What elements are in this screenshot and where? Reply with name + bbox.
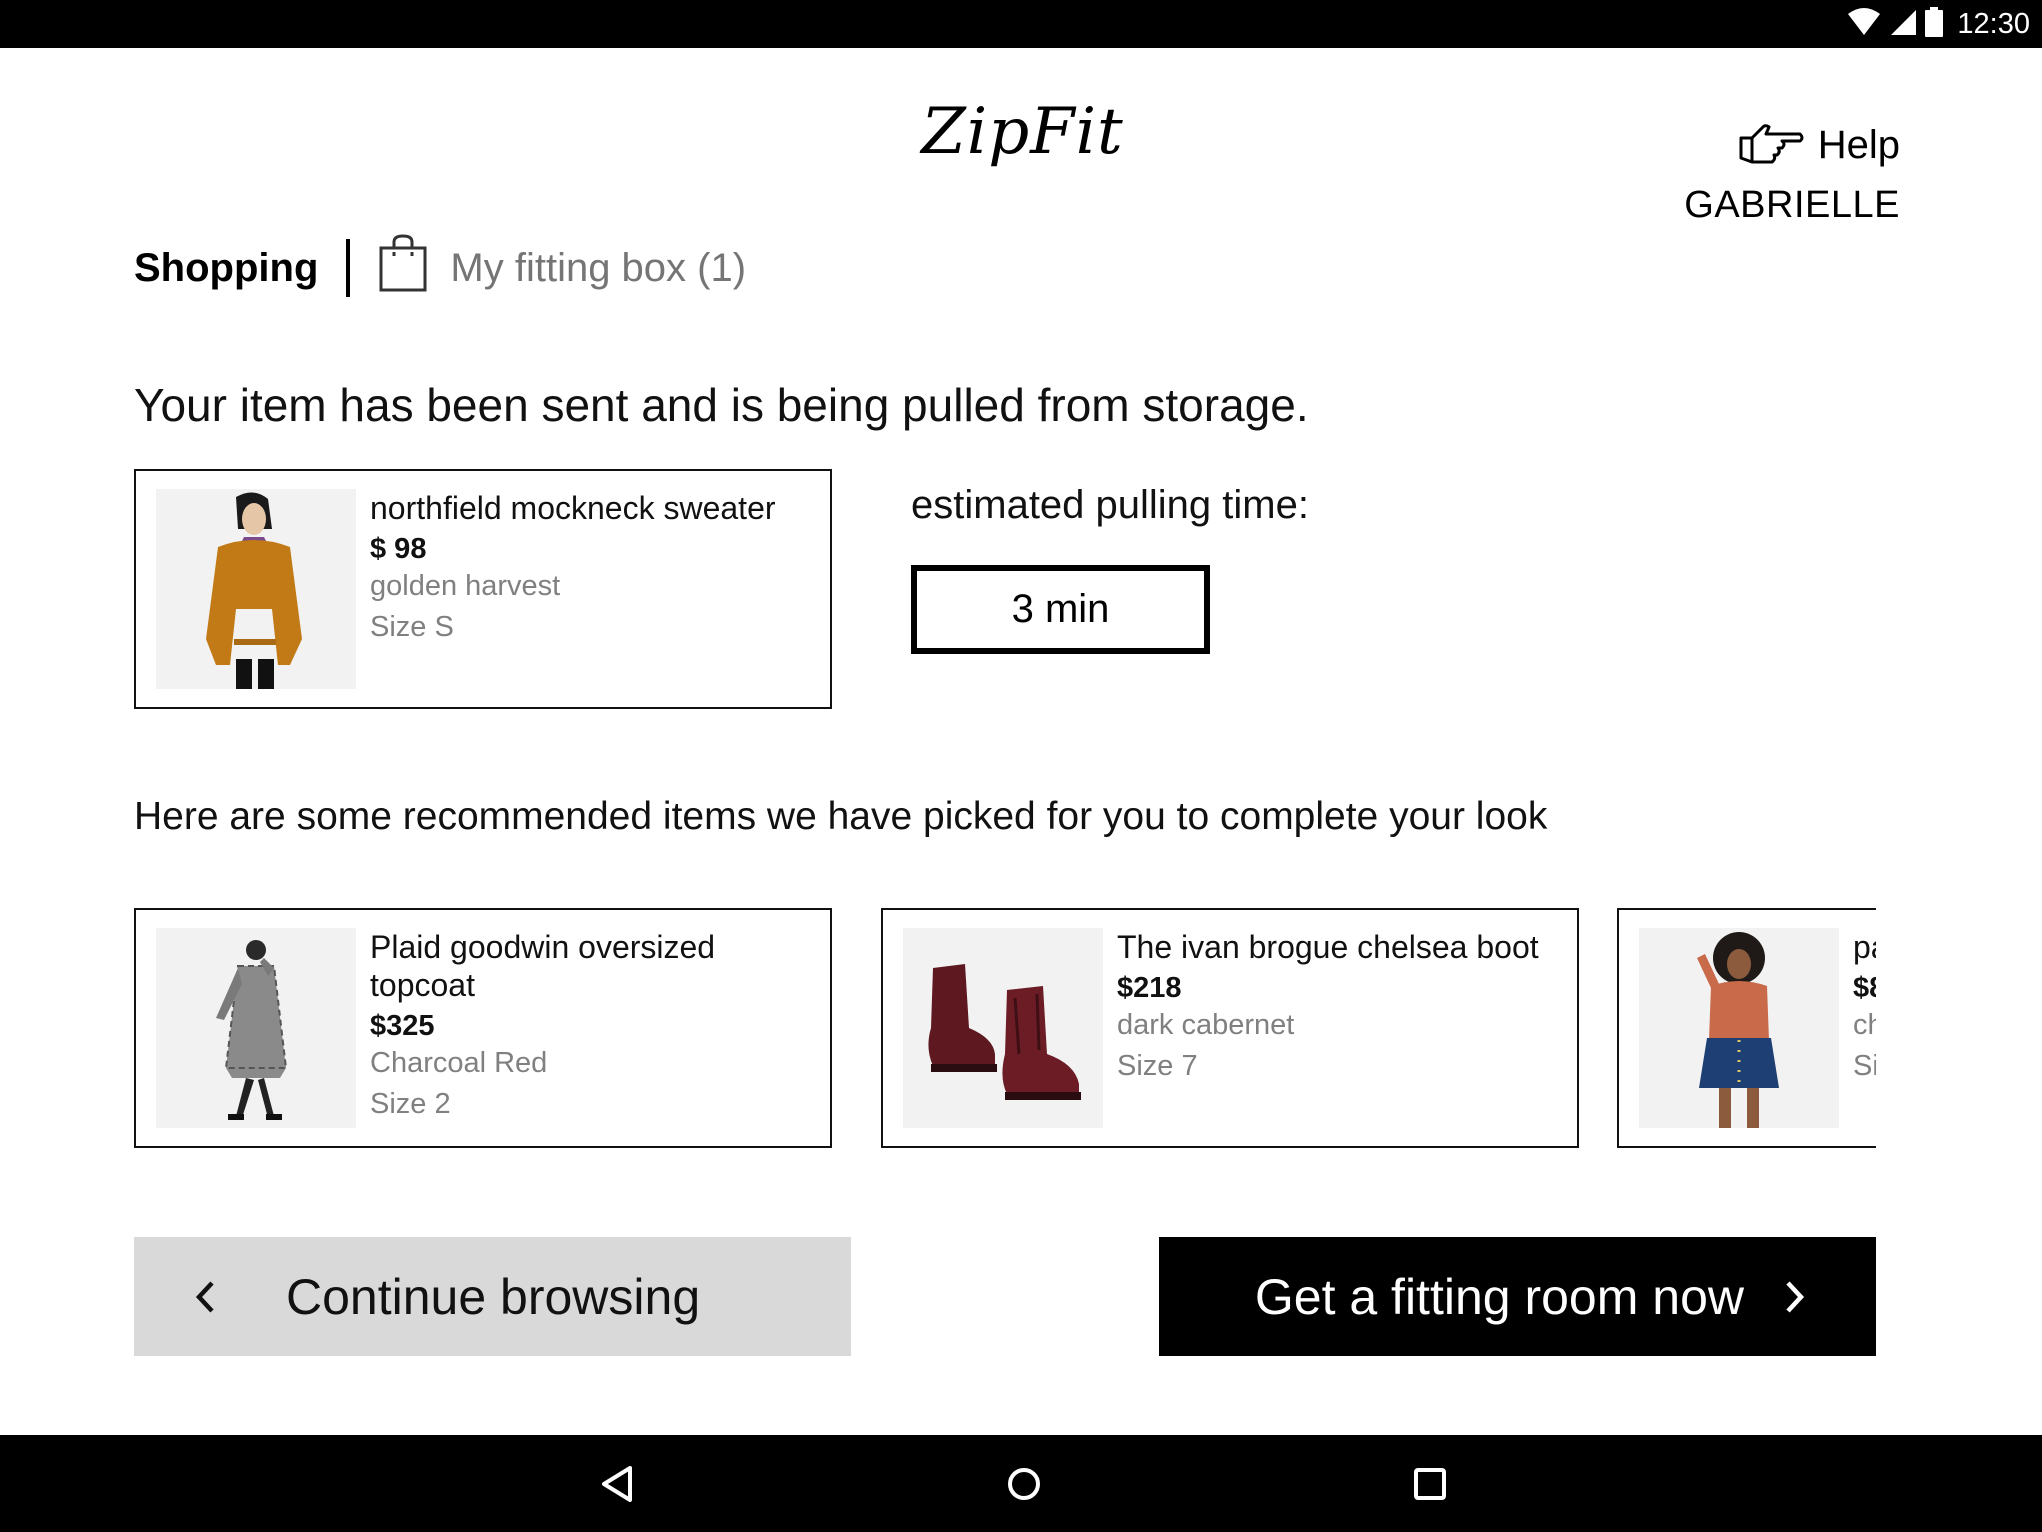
- chevron-left-icon: [194, 1279, 216, 1315]
- recommendations-carousel[interactable]: Plaid goodwin oversized topcoat $325 Cha…: [134, 906, 1876, 1150]
- user-name[interactable]: GABRIELLE: [1684, 184, 1900, 227]
- status-icons: 12:30: [1847, 0, 2030, 48]
- product-image-outfit: [1639, 928, 1839, 1128]
- product-price: $325: [370, 1010, 435, 1042]
- tab-divider: [346, 239, 351, 297]
- chevron-right-icon: [1784, 1279, 1806, 1315]
- sent-item-card[interactable]: northfield mockneck sweater $ 98 golden …: [134, 469, 832, 709]
- product-image-sweater: [156, 489, 356, 689]
- recommendation-card[interactable]: pa $8 ch Si: [1617, 908, 1876, 1148]
- tab-fitting-box-label: My fitting box (1): [450, 245, 747, 290]
- back-icon[interactable]: [595, 1462, 639, 1506]
- system-nav-bar: [0, 1435, 2042, 1532]
- recommendation-info: The ivan brogue chelsea boot $218 dark c…: [1117, 928, 1561, 1083]
- product-color: Charcoal Red: [370, 1047, 548, 1079]
- product-color: golden harvest: [370, 570, 561, 602]
- recommendation-info: Plaid goodwin oversized topcoat $325 Cha…: [370, 928, 814, 1121]
- product-image-topcoat: [156, 928, 356, 1128]
- sent-item-info: northfield mockneck sweater $ 98 golden …: [370, 489, 814, 644]
- continue-browsing-button[interactable]: Continue browsing: [134, 1237, 851, 1356]
- sent-message: Your item has been sent and is being pul…: [134, 379, 1309, 431]
- home-icon[interactable]: [1002, 1462, 1046, 1506]
- product-color: dark cabernet: [1117, 1009, 1295, 1041]
- signal-icon: [1889, 8, 1917, 41]
- product-image-boots: [903, 928, 1103, 1128]
- product-name: northfield mockneck sweater: [370, 490, 776, 526]
- product-size: Size 7: [1117, 1050, 1198, 1082]
- product-price: $ 98: [370, 533, 427, 565]
- tab-fitting-box[interactable]: My fitting box (1): [378, 234, 746, 302]
- recommendation-card[interactable]: The ivan brogue chelsea boot $218 dark c…: [881, 908, 1579, 1148]
- wifi-icon: [1847, 7, 1881, 41]
- pulling-time-value: 3 min: [911, 565, 1210, 654]
- recommendation-card[interactable]: Plaid goodwin oversized topcoat $325 Cha…: [134, 908, 832, 1148]
- recommend-message: Here are some recommended items we have …: [134, 795, 1548, 838]
- product-price: $8: [1853, 972, 1876, 1004]
- product-size: Size 2: [370, 1088, 451, 1120]
- product-size: Size S: [370, 611, 454, 643]
- help-label: Help: [1817, 123, 1900, 167]
- pulling-time-label: estimated pulling time:: [911, 483, 1309, 527]
- recents-icon[interactable]: [1408, 1462, 1452, 1506]
- battery-icon: [1925, 6, 1944, 42]
- brand-logo: ZipFit: [921, 95, 1124, 169]
- status-bar: 12:30: [0, 0, 2042, 48]
- tab-bar: Shopping My fitting box (1): [134, 234, 746, 302]
- product-size: Si: [1853, 1050, 1876, 1082]
- shopping-bag-icon: [378, 234, 428, 302]
- get-fitting-room-button[interactable]: Get a fitting room now: [1159, 1237, 1876, 1356]
- status-time: 12:30: [1957, 7, 2030, 40]
- pointing-hand-icon: [1738, 118, 1804, 173]
- product-price: $218: [1117, 972, 1182, 1004]
- continue-browsing-label: Continue browsing: [286, 1268, 701, 1325]
- product-color: ch: [1853, 1009, 1876, 1041]
- product-name: pa: [1853, 929, 1876, 965]
- product-name: Plaid goodwin oversized topcoat: [370, 929, 716, 1003]
- tab-shopping[interactable]: Shopping: [134, 246, 318, 291]
- get-fitting-room-label: Get a fitting room now: [1254, 1268, 1744, 1325]
- product-name: The ivan brogue chelsea boot: [1117, 929, 1539, 965]
- recommendation-info: pa $8 ch Si: [1853, 928, 1876, 1083]
- help-link[interactable]: Help: [1738, 118, 1900, 173]
